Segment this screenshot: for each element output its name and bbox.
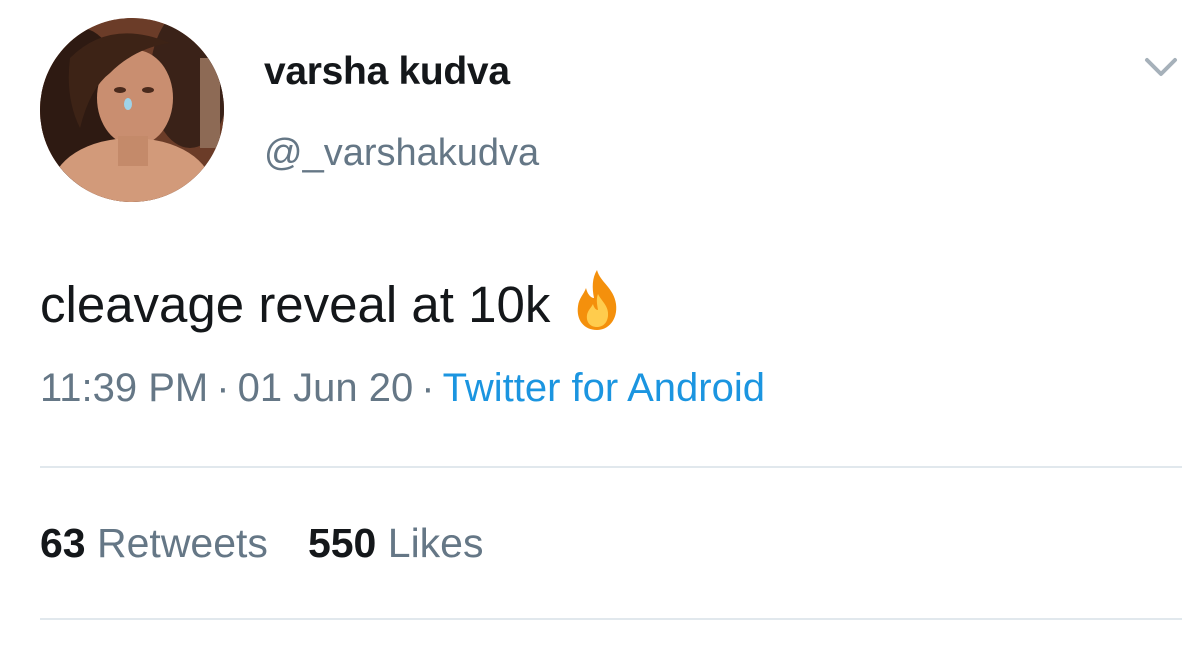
user-handle[interactable]: @_varshakudva	[264, 132, 539, 175]
likes-label: Likes	[387, 520, 484, 566]
tweet-text: cleavage reveal at 10k	[40, 268, 622, 334]
fire-icon	[572, 268, 622, 332]
avatar[interactable]	[40, 18, 224, 202]
tweet-meta: 11:39 PM · 01 Jun 20 · Twitter for Android	[40, 366, 765, 411]
retweets-stat[interactable]: 63 Retweets	[40, 520, 268, 566]
avatar-photo	[40, 18, 224, 202]
tweet-stats: 63 Retweets 550 Likes	[40, 520, 483, 567]
retweets-count: 63	[40, 520, 86, 566]
tweet-time[interactable]: 11:39 PM	[40, 366, 208, 410]
meta-separator: ·	[216, 366, 230, 410]
tweet-source-link[interactable]: Twitter for Android	[443, 366, 765, 410]
likes-count: 550	[307, 520, 377, 566]
meta-separator: ·	[421, 366, 435, 410]
retweets-label: Retweets	[97, 520, 268, 566]
divider	[40, 466, 1182, 468]
divider	[40, 618, 1182, 620]
chevron-down-icon[interactable]	[1142, 52, 1180, 82]
tweet-text-content: cleavage reveal at 10k	[40, 276, 551, 333]
likes-stat[interactable]: 550 Likes	[308, 520, 484, 566]
tweet-date[interactable]: 01 Jun 20	[238, 366, 414, 410]
display-name[interactable]: varsha kudva	[264, 50, 510, 94]
tweet-card: varsha kudva @_varshakudva cleavage reve…	[0, 0, 1200, 646]
